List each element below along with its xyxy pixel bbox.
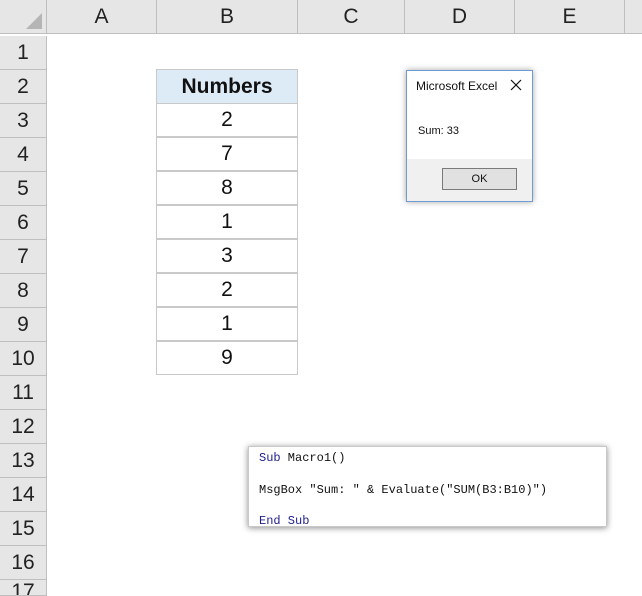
column-header-d[interactable]: D [405, 0, 515, 34]
row-header-3[interactable]: 3 [0, 104, 47, 138]
row-header-9[interactable]: 9 [0, 308, 47, 342]
select-all-triangle-icon [26, 13, 42, 29]
table-header-numbers[interactable]: Numbers [156, 69, 298, 104]
select-all-corner[interactable] [0, 0, 47, 34]
row-header-6[interactable]: 6 [0, 206, 47, 240]
code-line-1: Sub Macro1() [259, 451, 345, 465]
row-header-15[interactable]: 15 [0, 512, 47, 546]
row-header-10[interactable]: 10 [0, 342, 47, 376]
cell-b5[interactable]: 8 [156, 171, 298, 205]
column-header-e[interactable]: E [515, 0, 625, 34]
column-header-c[interactable]: C [298, 0, 405, 34]
ok-button[interactable]: OK [442, 168, 517, 190]
cell-b10[interactable]: 9 [156, 341, 298, 375]
row-header-5[interactable]: 5 [0, 172, 47, 206]
row-header-7[interactable]: 7 [0, 240, 47, 274]
column-header-b[interactable]: B [157, 0, 298, 34]
cell-b3[interactable]: 2 [156, 103, 298, 137]
cell-b9[interactable]: 1 [156, 307, 298, 341]
message-box-footer: OK [407, 159, 532, 201]
cell-b7[interactable]: 3 [156, 239, 298, 273]
cell-b6[interactable]: 1 [156, 205, 298, 239]
cell-b8[interactable]: 2 [156, 273, 298, 307]
row-header-11[interactable]: 11 [0, 376, 47, 410]
row-header-12[interactable]: 12 [0, 410, 47, 444]
code-macro-name: Macro1() [280, 451, 346, 465]
row-header-8[interactable]: 8 [0, 274, 47, 308]
close-icon[interactable] [509, 78, 523, 92]
cell-b4[interactable]: 7 [156, 137, 298, 171]
column-header-f[interactable] [625, 0, 642, 34]
vba-code-snippet: Sub Macro1() MsgBox "Sum: " & Evaluate("… [248, 446, 607, 528]
message-box: Microsoft Excel Sum: 33 OK [406, 70, 533, 202]
code-line-3: End Sub [259, 514, 310, 528]
row-header-1[interactable]: 1 [0, 36, 47, 70]
row-header-13[interactable]: 13 [0, 444, 47, 478]
message-box-text: Sum: 33 [418, 125, 459, 137]
code-line-2: MsgBox "Sum: " & Evaluate("SUM(B3:B10)") [259, 483, 548, 497]
row-header-4[interactable]: 4 [0, 138, 47, 172]
row-header-14[interactable]: 14 [0, 478, 47, 512]
row-header-17[interactable]: 17 [0, 580, 47, 596]
column-header-a[interactable]: A [47, 0, 157, 34]
row-header-2[interactable]: 2 [0, 70, 47, 104]
row-header-16[interactable]: 16 [0, 546, 47, 580]
message-box-title: Microsoft Excel [416, 79, 498, 93]
code-keyword-sub: Sub [259, 451, 281, 465]
